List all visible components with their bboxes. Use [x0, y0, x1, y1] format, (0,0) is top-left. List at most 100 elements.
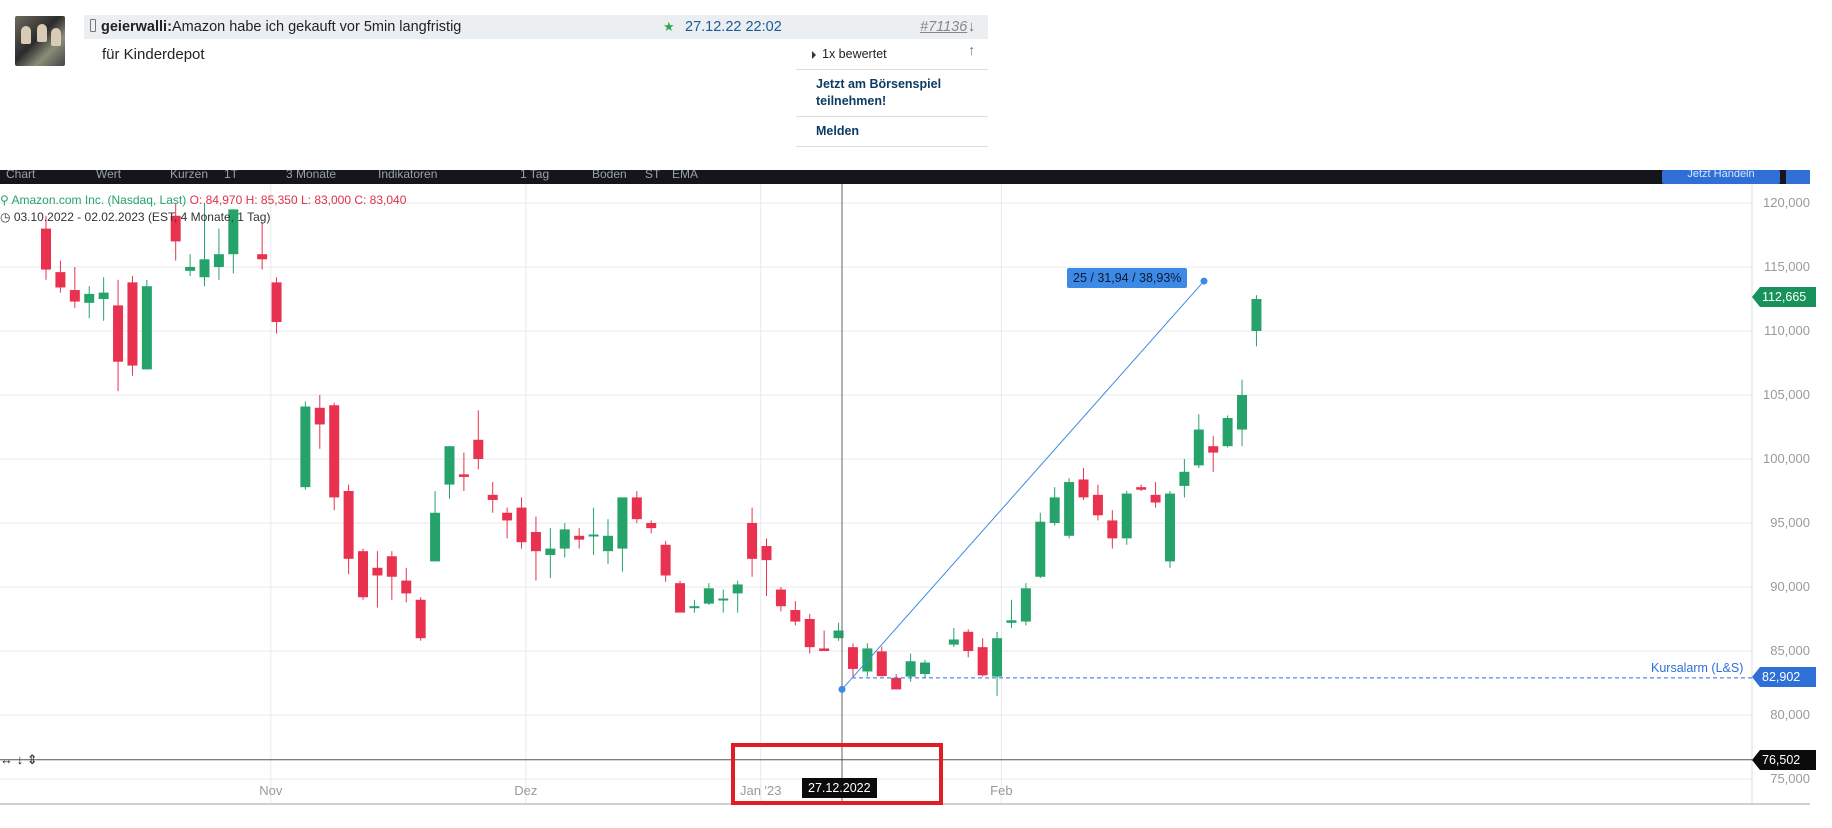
candle-up: [1164, 493, 1175, 562]
candle-up: [1251, 299, 1262, 331]
measure-line: [841, 280, 1205, 690]
candle-up: [732, 584, 743, 594]
candlestick-chart[interactable]: 120,000 115,000 110,000 105,000 100,000 95,00…: [0, 184, 1832, 814]
measure-end-point: [1200, 277, 1208, 285]
toolbar-range[interactable]: 3 Monate: [286, 170, 336, 181]
toolbar-indicators[interactable]: Indikatoren: [378, 170, 437, 181]
range-legend: ◷ 03.10.2022 - 02.02.2023 (EST, 4 Monate…: [0, 210, 270, 224]
toolbar-period[interactable]: 1 Tag: [520, 170, 549, 181]
toolbar-st[interactable]: ST: [645, 170, 660, 181]
toolbar-interval[interactable]: 1T: [224, 170, 238, 181]
post-title: Amazon habe ich gekauft vor 5min langfri…: [172, 19, 462, 35]
legend-icon: ⚲: [0, 193, 12, 207]
chart-area[interactable]: 120,000 115,000 110,000 105,000 100,000 95,00…: [0, 184, 1832, 819]
rating-toggle[interactable]: 1x bewertet: [796, 40, 988, 70]
candle-down: [631, 497, 642, 520]
scale-tools[interactable]: ↔ ↓ ⇕: [0, 752, 38, 768]
candle-down: [386, 556, 397, 577]
candle-up: [689, 606, 700, 609]
rating-count: 1x bewertet: [822, 47, 887, 61]
candle-up: [617, 497, 628, 549]
join-line-1: Jetzt am Börsenspiel: [816, 77, 942, 91]
report-link[interactable]: Melden: [796, 117, 988, 147]
author-name[interactable]: geierwalli:: [101, 15, 172, 39]
price-alert-label[interactable]: Kursalarm (L&S): [1651, 661, 1743, 675]
candle-down: [458, 474, 469, 477]
range-info: (EST, 4 Monate, 1 Tag): [147, 210, 271, 224]
post-date: 27.12.22 22:02: [685, 19, 782, 35]
candle-up: [1179, 471, 1190, 486]
candle-down: [1078, 479, 1089, 498]
y-tick-label: 80,000: [1770, 707, 1810, 722]
candle-up: [213, 254, 224, 267]
last-price-tag: 112,665: [1752, 287, 1816, 307]
post-number-link[interactable]: #71136: [920, 15, 967, 39]
candle-down: [1092, 494, 1103, 516]
user-avatar[interactable]: [15, 16, 65, 66]
star-icon: ★: [663, 19, 675, 34]
candle-up: [718, 598, 729, 601]
candle-down: [819, 648, 830, 651]
candle-up: [588, 534, 599, 537]
candle-down: [271, 282, 282, 323]
candle-down: [747, 523, 758, 559]
join-game-link[interactable]: Jetzt am Börsenspiel teilnehmen!: [796, 70, 988, 117]
post-body: für Kinderdepot: [102, 46, 205, 63]
y-tick-label: 100,000: [1763, 451, 1810, 466]
toolbar-boden[interactable]: Boden: [592, 170, 627, 181]
alert-price-tag[interactable]: 82,902: [1752, 667, 1816, 687]
candle-down: [790, 610, 801, 622]
candle-down: [69, 290, 80, 302]
candle-up: [1020, 588, 1031, 622]
candle-down: [847, 647, 858, 669]
candle-down: [963, 631, 974, 651]
candle-down: [876, 651, 887, 677]
report-label: Melden: [816, 124, 860, 138]
candle-up: [84, 293, 95, 303]
candle-up: [444, 446, 455, 485]
y-tick-label: 110,000: [1764, 323, 1810, 338]
candle-down: [1107, 520, 1118, 539]
candle-up: [920, 662, 931, 675]
candle-up: [948, 639, 959, 645]
candle-down: [761, 546, 772, 561]
toolbar-extra-button[interactable]: [1786, 170, 1810, 184]
x-tick-label: Nov: [259, 783, 283, 798]
x-tick-label: Dez: [514, 783, 537, 798]
crosshair-date-tag: 27.12.2022: [802, 778, 877, 798]
candle-up: [1049, 497, 1060, 523]
candle-down: [487, 494, 498, 500]
toolbar-ema[interactable]: EMA: [672, 170, 698, 181]
candle-down: [113, 305, 124, 362]
toolbar-kurzen[interactable]: Kurzen: [170, 170, 208, 181]
post-header: geierwalli: Amazon habe ich gekauft vor …: [84, 15, 988, 59]
candle-up: [98, 292, 109, 299]
candle-down: [891, 677, 902, 690]
date-range: 03.10.2022 - 02.02.2023: [13, 210, 145, 224]
toolbar-wert[interactable]: Wert: [96, 170, 121, 181]
candle-down: [358, 551, 369, 598]
y-tick-label: 85,000: [1770, 643, 1810, 658]
measure-tooltip: 25 / 31,94 / 38,93%: [1067, 268, 1188, 288]
chart-toolbar: Chart Wert Kurzen 1T 3 Monate Indikatore…: [0, 170, 1810, 184]
candle-down: [257, 254, 268, 260]
y-tick-label: 105,000: [1763, 387, 1810, 402]
candle-up: [905, 661, 916, 677]
instrument-legend: ⚲ Amazon.com Inc. (Nasdaq, Last) O: 84,9…: [0, 193, 406, 207]
candle-down: [804, 619, 815, 648]
forum-post: geierwalli: Amazon habe ich gekauft vor …: [0, 0, 1000, 170]
candle-down: [1150, 494, 1161, 503]
toolbar-chart[interactable]: Chart: [6, 170, 35, 181]
candle-up: [185, 267, 196, 271]
mobile-phone-icon: [90, 19, 96, 32]
candle-down: [41, 228, 51, 270]
candle-up: [862, 648, 873, 672]
candle-up: [1222, 418, 1233, 447]
candle-up: [141, 286, 152, 370]
trade-now-button[interactable]: Jetzt Handeln: [1662, 170, 1780, 184]
candle-up: [545, 548, 556, 555]
candle-down: [675, 583, 686, 613]
expand-triangle-icon: [812, 51, 816, 59]
candle-up: [1006, 620, 1017, 623]
candle-up: [1193, 429, 1204, 466]
